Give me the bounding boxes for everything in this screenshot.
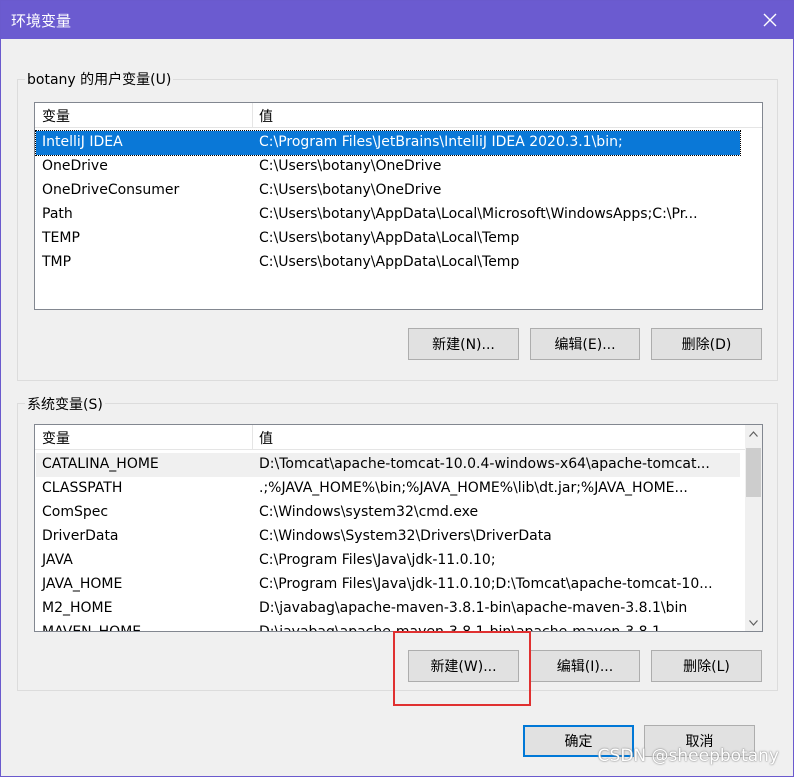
variable-name: TEMP (42, 230, 80, 246)
variable-name: CLASSPATH (42, 480, 123, 496)
list-item[interactable]: M2_HOME D:\javabag\apache-maven-3.8.1-bi… (36, 597, 740, 621)
list-item[interactable]: ComSpec C:\Windows\system32\cmd.exe (36, 501, 740, 525)
column-header-value[interactable]: 值 (259, 428, 273, 448)
list-item[interactable]: JAVA C:\Program Files\Java\jdk-11.0.10; (36, 549, 740, 573)
variable-value: C:\Program Files\Java\jdk-11.0.10;D:\Tom… (259, 576, 713, 592)
system-edit-button[interactable]: 编辑(I)... (530, 650, 640, 682)
variable-value: C:\Users\botany\AppData\Local\Temp (259, 230, 520, 246)
system-delete-button[interactable]: 删除(L) (651, 650, 762, 682)
environment-variables-dialog: 环境变量 botany 的用户变量(U) 变量 值 IntelliJ IDEA … (0, 0, 794, 777)
list-item[interactable]: IntelliJ IDEA C:\Program Files\JetBrains… (35, 130, 741, 156)
vertical-scrollbar[interactable] (745, 425, 762, 631)
list-item[interactable]: TMP C:\Users\botany\AppData\Local\Temp (36, 251, 740, 275)
user-new-button[interactable]: 新建(N)... (408, 328, 519, 360)
variable-value: .;%JAVA_HOME%\bin;%JAVA_HOME%\lib\dt.jar… (259, 480, 688, 496)
system-list-header: 变量 值 (35, 425, 745, 450)
variable-name: DriverData (42, 528, 119, 544)
user-variables-list[interactable]: 变量 值 IntelliJ IDEA C:\Program Files\JetB… (34, 102, 763, 310)
variable-name: OneDrive (42, 158, 108, 174)
user-variables-legend: botany 的用户变量(U) (25, 69, 174, 89)
variable-value: C:\Users\botany\OneDrive (259, 158, 442, 174)
variable-name: JAVA (42, 552, 73, 568)
variable-value: C:\Windows\system32\cmd.exe (259, 504, 479, 520)
variable-name: CATALINA_HOME (42, 456, 159, 472)
scrollbar-thumb[interactable] (746, 448, 761, 497)
variable-name: TMP (42, 254, 72, 270)
annotation-highlight-box (393, 631, 531, 706)
variable-value: C:\Program Files\JetBrains\IntelliJ IDEA… (259, 134, 623, 150)
variable-name: MAVEN_HOME (42, 624, 142, 632)
variable-name: M2_HOME (42, 600, 113, 616)
list-item[interactable]: JAVA_HOME C:\Program Files\Java\jdk-11.0… (36, 573, 740, 597)
variable-value: C:\Windows\System32\Drivers\DriverData (259, 528, 552, 544)
variable-name: IntelliJ IDEA (42, 134, 123, 150)
variable-value: C:\Program Files\Java\jdk-11.0.10; (259, 552, 496, 568)
list-item[interactable]: TEMP C:\Users\botany\AppData\Local\Temp (36, 227, 740, 251)
window-title: 环境变量 (11, 12, 72, 30)
list-item[interactable]: OneDrive C:\Users\botany\OneDrive (36, 155, 740, 179)
variable-value: D:\Tomcat\apache-tomcat-10.0.4-windows-x… (259, 456, 710, 472)
list-item[interactable]: OneDriveConsumer C:\Users\botany\OneDriv… (36, 179, 740, 203)
list-item[interactable]: CATALINA_HOME D:\Tomcat\apache-tomcat-10… (36, 453, 740, 477)
variable-value: C:\Users\botany\AppData\Local\Microsoft\… (259, 206, 698, 222)
variable-value: D:\javabag\apache-maven-3.8.1-bin\apache… (259, 600, 688, 616)
variable-name: Path (42, 206, 73, 222)
column-header-variable[interactable]: 变量 (42, 106, 70, 126)
user-list-header: 变量 值 (35, 103, 762, 128)
list-item[interactable]: MAVEN_HOME D:\javabag\apache-maven-3.8.1… (36, 621, 740, 632)
variable-value: C:\Users\botany\AppData\Local\Temp (259, 254, 520, 270)
variable-name: ComSpec (42, 504, 109, 520)
list-item[interactable]: Path C:\Users\botany\AppData\Local\Micro… (36, 203, 740, 227)
column-header-variable[interactable]: 变量 (42, 428, 70, 448)
system-variables-list[interactable]: 变量 值 CATALINA_HOME D:\Tomcat\apache-tomc… (34, 424, 763, 632)
user-delete-button[interactable]: 删除(D) (651, 328, 762, 360)
variable-name: OneDriveConsumer (42, 182, 180, 198)
variable-value: C:\Users\botany\OneDrive (259, 182, 442, 198)
list-item[interactable]: CLASSPATH .;%JAVA_HOME%\bin;%JAVA_HOME%\… (36, 477, 740, 501)
watermark: CSDN @sheepbotany (597, 746, 779, 766)
close-icon[interactable] (747, 1, 793, 39)
list-item[interactable]: DriverData C:\Windows\System32\Drivers\D… (36, 525, 740, 549)
variable-name: JAVA_HOME (42, 576, 123, 592)
system-variables-legend: 系统变量(S) (25, 394, 105, 414)
column-header-value[interactable]: 值 (259, 106, 273, 126)
chevron-up-icon[interactable] (745, 425, 762, 442)
chevron-down-icon[interactable] (745, 614, 762, 631)
title-bar[interactable]: 环境变量 (1, 1, 793, 39)
user-edit-button[interactable]: 编辑(E)... (530, 328, 640, 360)
